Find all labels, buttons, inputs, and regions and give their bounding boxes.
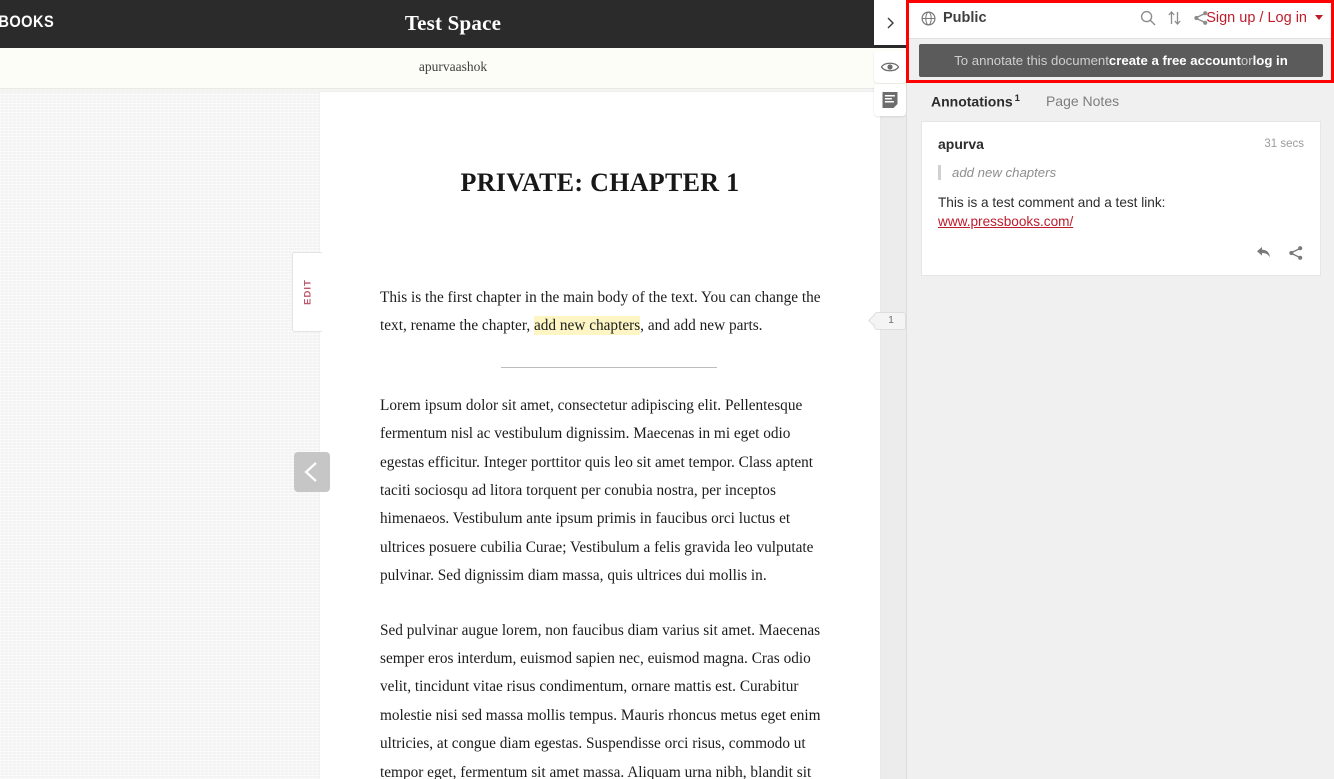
document-pane: SSBOOKS Test Space apurvaashok PRIVATE: … — [0, 0, 906, 779]
search-icon[interactable] — [1140, 10, 1156, 31]
bucket-count: 1 — [888, 315, 894, 326]
tab-annotations-count: 1 — [1014, 92, 1020, 104]
cta-container: To annotate this document create a free … — [907, 40, 1334, 82]
annotation-timestamp[interactable]: 31 secs — [1264, 138, 1304, 150]
chapter-title: PRIVATE: CHAPTER 1 — [460, 168, 740, 197]
create-account-banner[interactable]: To annotate this document create a free … — [919, 44, 1323, 77]
document-sheet: PRIVATE: CHAPTER 1 This is the first cha… — [320, 92, 880, 779]
chevron-right-icon — [887, 17, 894, 28]
group-label[interactable]: Public — [943, 10, 987, 26]
chevron-down-icon[interactable] — [1315, 15, 1323, 20]
section-divider — [501, 366, 717, 368]
sort-arrows-icon[interactable] — [1167, 10, 1182, 31]
toggle-annotations-button[interactable] — [874, 84, 906, 116]
sidebar-tabs: Annotations 1 Page Notes — [907, 86, 1334, 116]
tab-annotations[interactable]: Annotations 1 — [931, 93, 1020, 110]
cta-login-link[interactable]: log in — [1253, 53, 1288, 68]
reply-arrow-icon[interactable] — [1255, 245, 1272, 265]
annotation-card: apurva 31 secs add new chapters This is … — [921, 121, 1321, 276]
annotation-header: apurva 31 secs — [938, 136, 1304, 154]
share-icon[interactable] — [1288, 245, 1304, 266]
paragraph-1-after: , and add new parts. — [640, 317, 763, 335]
annotation-link[interactable]: www.pressbooks.com/ — [938, 214, 1073, 229]
author-name: apurvaashok — [418, 59, 488, 74]
toggle-highlights-button[interactable] — [874, 51, 906, 83]
annotation-author[interactable]: apurva — [938, 136, 984, 152]
document-notes-icon — [882, 92, 898, 108]
previous-page-button[interactable] — [294, 452, 330, 492]
cta-prefix: To annotate this document — [954, 53, 1109, 68]
toolbar-icons — [1140, 10, 1209, 31]
page-right-edge — [880, 92, 906, 779]
cta-middle: or — [1240, 53, 1253, 68]
author-subbar: apurvaashok — [0, 48, 906, 89]
annotation-bucket[interactable]: 1 — [868, 312, 906, 330]
tab-annotations-label: Annotations — [931, 93, 1013, 110]
annotation-comment: This is a test comment and a test link: — [938, 195, 1166, 210]
edit-tab-label: EDIT — [302, 279, 313, 305]
paragraph-2: Lorem ipsum dolor sit amet, consectetur … — [380, 396, 814, 585]
book-title: Test Space — [404, 11, 502, 35]
annotation-text: This is a test comment and a test link: … — [938, 193, 1304, 231]
annotation-quote: add new chapters — [938, 165, 1304, 180]
cta-create-account-link[interactable]: create a free account — [1109, 53, 1241, 68]
eye-icon — [880, 62, 900, 72]
site-topbar: SSBOOKS Test Space — [0, 0, 906, 48]
annotation-highlight[interactable]: add new chapters — [533, 316, 641, 336]
paragraph-3: Sed pulvinar augue lorem, non faucibus d… — [380, 621, 821, 779]
hypothesis-sidebar: Public Sign up / Log in To annotate this… — [906, 0, 1334, 779]
hypothesis-toolbar: Public Sign up / Log in — [907, 0, 1334, 39]
expand-sidebar-button[interactable] — [874, 0, 906, 45]
tab-page-notes[interactable]: Page Notes — [1046, 93, 1119, 109]
globe-icon — [921, 11, 936, 31]
sign-up-log-in-link[interactable]: Sign up / Log in — [1206, 10, 1307, 26]
chapter-body: This is the first chapter in the main bo… — [320, 284, 880, 779]
chevron-left-icon — [304, 462, 317, 482]
annotation-actions — [938, 245, 1304, 265]
edit-tab[interactable]: EDIT — [292, 252, 322, 332]
app-root: SSBOOKS Test Space apurvaashok PRIVATE: … — [0, 0, 1334, 779]
paragraph-1: This is the first chapter in the main bo… — [380, 284, 838, 341]
